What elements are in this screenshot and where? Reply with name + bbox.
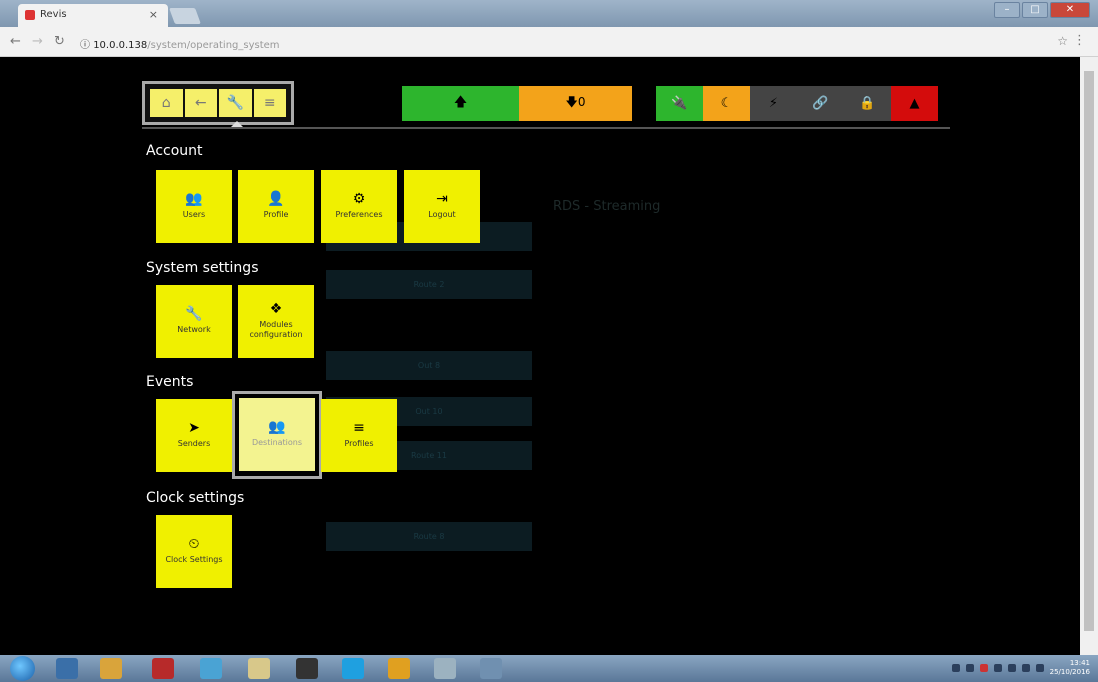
browser-tab[interactable]: Revis × [18, 4, 168, 27]
taskbar-app-icon[interactable] [56, 658, 78, 679]
url-field[interactable]: ⓘ 10.0.0.138/system/operating_system [80, 32, 1070, 52]
senders-tile[interactable]: ➤ Senders [156, 399, 232, 472]
user-icon: 👤 [267, 190, 285, 207]
network-tile[interactable]: 🔧 Network [156, 285, 232, 358]
taskbar-app-icon[interactable] [434, 658, 456, 679]
new-tab-button[interactable] [169, 8, 201, 24]
browser-tab-bar: Revis × – □ ✕ [0, 0, 1098, 27]
system-tray: 13:41 25/10/2016 [951, 659, 1090, 677]
top-nav-group: ⌂ ← 🔧 ≡ [142, 81, 294, 125]
rds-streaming-text: RDS - Streaming [553, 199, 661, 214]
taskbar-app-icon[interactable] [248, 658, 270, 679]
tray-icon[interactable] [979, 664, 988, 672]
section-clock: Clock settings [146, 490, 245, 506]
lock-icon[interactable]: 🔒 [844, 86, 891, 121]
star-icon[interactable]: ☆ [1057, 34, 1068, 48]
moon-icon[interactable]: ☾ [703, 86, 750, 121]
logout-tile[interactable]: ⇥ Logout [404, 170, 480, 243]
close-tab-icon[interactable]: × [149, 8, 158, 21]
start-button[interactable] [10, 656, 35, 681]
updown-indicator: 🡅 🡇0 [402, 86, 632, 121]
wrench-icon: 🔧 [185, 305, 203, 322]
users-tile[interactable]: 👥 Users [156, 170, 232, 243]
wrench-icon[interactable]: 🔧 [219, 89, 252, 117]
tray-icon[interactable] [951, 664, 960, 672]
menu-list-icon[interactable]: ≡ [253, 89, 286, 117]
tray-icon[interactable] [965, 664, 974, 672]
header-divider [142, 127, 950, 129]
section-events: Events [146, 374, 194, 390]
cubes-icon: ❖ [269, 300, 283, 317]
taskbar: 13:41 25/10/2016 [0, 655, 1098, 682]
users-icon: 👥 [185, 190, 203, 207]
minimize-button[interactable]: – [994, 2, 1020, 18]
page-content: ⌂ ← 🔧 ≡ 🡅 🡇0 🔌 ☾ ⚡ 🔗 🔒 ▲ RDS - Streaming… [8, 57, 1080, 655]
destinations-tile[interactable]: 👥 Destinations [239, 398, 315, 471]
status-icons: 🔌 ☾ ⚡ 🔗 🔒 ▲ [656, 86, 938, 121]
profiles-tile[interactable]: ≡ Profiles [321, 399, 397, 472]
tray-icon[interactable] [1007, 664, 1016, 672]
reload-icon[interactable]: ↻ [54, 34, 65, 49]
link-icon[interactable]: 🔗 [797, 86, 844, 121]
clock-icon: ⏲ [188, 535, 200, 552]
address-bar: ← → ↻ ⓘ 10.0.0.138/system/operating_syst… [0, 27, 1098, 57]
plug-icon[interactable]: 🔌 [656, 86, 703, 121]
forward-arrow-icon[interactable]: → [32, 34, 43, 49]
list-icon: ≡ [353, 419, 365, 436]
users-icon: 👥 [268, 418, 286, 435]
taskbar-app-icon[interactable] [200, 658, 222, 679]
taskbar-app-icon[interactable] [100, 658, 122, 679]
logout-icon: ⇥ [436, 190, 448, 207]
gear-icon: ⚙ [352, 190, 366, 207]
back-icon[interactable]: ← [184, 89, 217, 117]
ghost-button: Route 2 [326, 270, 532, 299]
bolt-icon[interactable]: ⚡ [750, 86, 797, 121]
scroll-thumb[interactable] [1084, 71, 1094, 631]
ghost-button: Route 8 [326, 522, 532, 551]
close-window-button[interactable]: ✕ [1050, 2, 1090, 18]
section-account: Account [146, 143, 203, 159]
taskbar-skype-icon[interactable] [342, 658, 364, 679]
taskbar-clock[interactable]: 13:41 25/10/2016 [1050, 659, 1090, 677]
maximize-button[interactable]: □ [1022, 2, 1048, 18]
clock-settings-tile[interactable]: ⏲ Clock Settings [156, 515, 232, 588]
taskbar-chrome-icon[interactable] [388, 658, 410, 679]
section-system: System settings [146, 260, 259, 276]
taskbar-app-icon[interactable] [480, 658, 502, 679]
tray-icon[interactable] [1021, 664, 1030, 672]
tray-icon[interactable] [993, 664, 1002, 672]
back-arrow-icon[interactable]: ← [10, 34, 21, 49]
menu-icon[interactable]: ⋮ [1073, 33, 1086, 48]
modules-tile[interactable]: ❖ Modules configuration [238, 285, 314, 358]
profile-tile[interactable]: 👤 Profile [238, 170, 314, 243]
taskbar-filezilla-icon[interactable] [152, 658, 174, 679]
send-icon: ➤ [188, 419, 200, 436]
ghost-button: Out 8 [326, 351, 532, 380]
favicon-icon [25, 10, 35, 20]
warning-icon[interactable]: ▲ [891, 86, 938, 121]
up-arrow-icon[interactable]: 🡅 [402, 86, 519, 121]
down-count[interactable]: 🡇0 [519, 86, 632, 121]
preferences-tile[interactable]: ⚙ Preferences [321, 170, 397, 243]
home-icon[interactable]: ⌂ [150, 89, 183, 117]
info-icon[interactable]: ⓘ [80, 40, 90, 51]
tray-icon[interactable] [1035, 664, 1044, 672]
page-scrollbar[interactable] [1080, 57, 1098, 655]
window-controls: – □ ✕ [994, 2, 1090, 18]
url-host: 10.0.0.138 [93, 40, 148, 51]
url-path: /system/operating_system [147, 40, 280, 51]
taskbar-app-icon[interactable] [296, 658, 318, 679]
tab-title: Revis [40, 9, 67, 20]
